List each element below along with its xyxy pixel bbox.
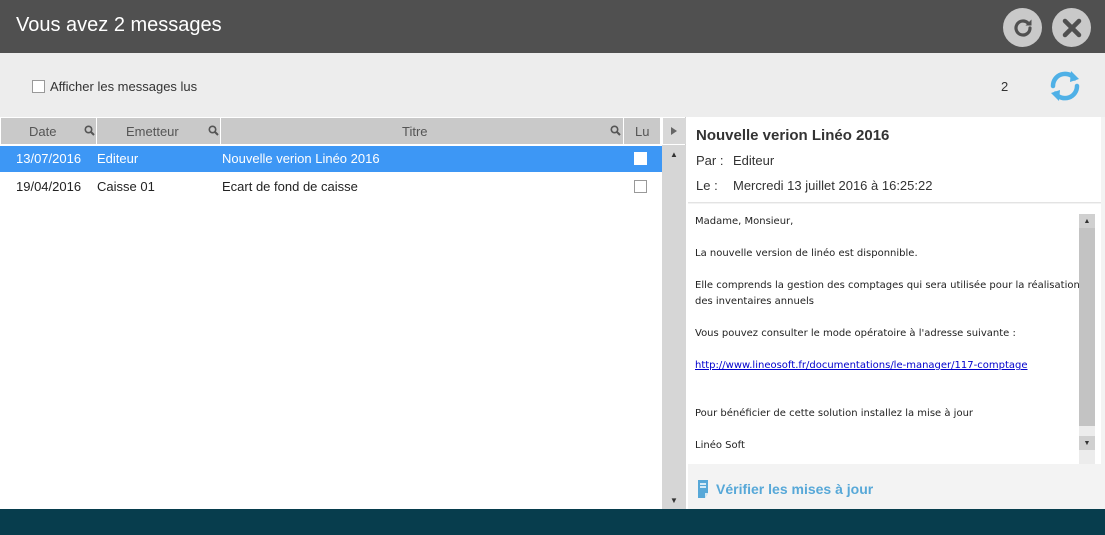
window-title: Vous avez 2 messages <box>16 14 222 36</box>
check-updates-label: Vérifier les mises à jour <box>716 481 874 497</box>
column-header-lu-label: Lu <box>635 124 650 139</box>
list-scrollbar[interactable]: ▲ ▼ <box>662 145 686 509</box>
body-signature: Linéo Soft <box>695 440 745 451</box>
update-document-icon <box>698 480 708 498</box>
show-read-label[interactable]: Afficher les messages lus <box>50 79 197 94</box>
sync-button[interactable] <box>1046 67 1084 105</box>
search-icon[interactable] <box>610 125 621 136</box>
footer-bar <box>0 509 1105 535</box>
body-scrollbar[interactable]: ▲ ▼ <box>1079 214 1095 464</box>
row-date: 19/04/2016 <box>16 179 82 194</box>
body-scroll-down-button[interactable]: ▼ <box>1079 436 1095 450</box>
row-titre: Ecart de fond de caisse <box>222 179 358 194</box>
message-subject: Nouvelle verion Linéo 2016 <box>696 127 890 144</box>
close-icon <box>1062 18 1081 37</box>
column-header-titre[interactable]: Titre <box>221 118 624 144</box>
table-row[interactable]: 13/07/2016 Editeur Nouvelle verion Linéo… <box>0 146 662 172</box>
row-read-checkbox[interactable] <box>634 180 647 193</box>
message-list-panel: Date Emetteur Titre Lu 13/07/2016 Editeu… <box>0 117 686 509</box>
body-line: Vous pouvez consulter le mode opératoire… <box>695 328 1016 339</box>
column-scroll-right-button[interactable] <box>663 118 686 144</box>
row-date: 13/07/2016 <box>16 151 82 166</box>
body-line: Pour bénéficier de cette solution instal… <box>695 408 974 419</box>
message-header: Nouvelle verion Linéo 2016 Par : Editeur… <box>688 117 1101 203</box>
row-read-checkbox[interactable] <box>634 152 647 165</box>
refresh-window-button[interactable] <box>1003 8 1042 47</box>
scroll-down-button[interactable]: ▼ <box>662 493 686 507</box>
column-header-titre-label: Titre <box>402 124 428 139</box>
body-line: La nouvelle version de linéo est disponn… <box>695 248 918 259</box>
message-count: 2 <box>1001 79 1009 94</box>
search-icon[interactable] <box>84 125 95 136</box>
toolbar: Afficher les messages lus 2 <box>0 53 1105 117</box>
window-titlebar: Vous avez 2 messages <box>0 0 1105 53</box>
close-window-button[interactable] <box>1052 8 1091 47</box>
documentation-link[interactable]: http://www.lineosoft.fr/documentations/l… <box>695 360 1028 371</box>
row-emetteur: Editeur <box>97 151 139 166</box>
message-detail-panel: Nouvelle verion Linéo 2016 Par : Editeur… <box>688 117 1105 509</box>
from-value: Editeur <box>733 153 775 168</box>
body-greeting: Madame, Monsieur, <box>695 216 794 227</box>
from-label: Par : <box>696 153 724 168</box>
row-emetteur: Caisse 01 <box>97 179 155 194</box>
date-value: Mercredi 13 juillet 2016 à 16:25:22 <box>733 178 933 193</box>
refresh-icon <box>1013 18 1032 37</box>
column-header-date-label: Date <box>29 124 57 139</box>
show-read-checkbox[interactable] <box>32 80 45 93</box>
sync-icon <box>1050 71 1080 101</box>
column-header-lu[interactable]: Lu <box>624 118 661 144</box>
date-label: Le : <box>696 178 718 193</box>
row-titre: Nouvelle verion Linéo 2016 <box>222 151 380 166</box>
column-header-emetteur-label: Emetteur <box>126 124 179 139</box>
body-line: Elle comprends la gestion des comptages … <box>695 280 1080 291</box>
message-body: Madame, Monsieur, La nouvelle version de… <box>688 204 1101 464</box>
scrollbar-thumb[interactable] <box>1079 214 1095 426</box>
body-scroll-up-button[interactable]: ▲ <box>1079 214 1095 228</box>
body-line: des inventaires annuels <box>695 296 814 307</box>
table-row[interactable]: 19/04/2016 Caisse 01 Ecart de fond de ca… <box>0 174 662 200</box>
column-header-emetteur[interactable]: Emetteur <box>97 118 221 144</box>
check-updates-link[interactable]: Vérifier les mises à jour <box>696 479 873 499</box>
scroll-up-button[interactable]: ▲ <box>662 147 686 161</box>
column-header-date[interactable]: Date <box>1 118 97 144</box>
search-icon[interactable] <box>208 125 219 136</box>
chevron-right-icon <box>671 127 677 135</box>
